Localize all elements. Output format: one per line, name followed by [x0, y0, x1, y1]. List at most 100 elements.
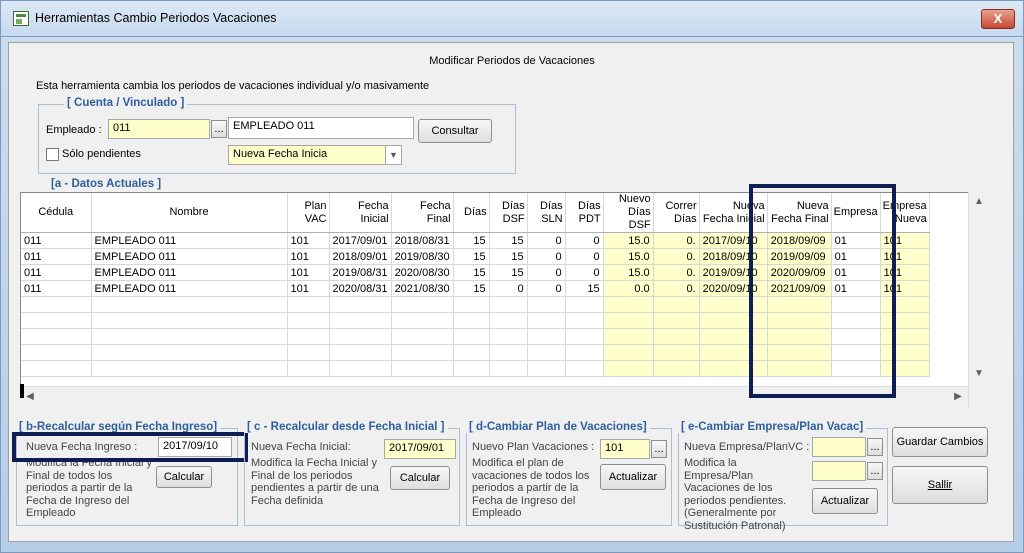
- column-header-nuevo-dias-dsf[interactable]: Nuevo Días DSF: [603, 193, 654, 233]
- table-cell-cedula[interactable]: [21, 328, 92, 345]
- actualizar-empresa-button[interactable]: Actualizar: [812, 488, 878, 514]
- actualizar-plan-button[interactable]: Actualizar: [600, 464, 666, 490]
- table-cell-nombre[interactable]: [91, 360, 288, 377]
- table-cell-dias-pdt[interactable]: [565, 312, 604, 329]
- solo-pendientes-checkbox[interactable]: [46, 148, 59, 161]
- table-cell-dias-sln[interactable]: [527, 328, 566, 345]
- scroll-left-icon[interactable]: ◀: [22, 391, 38, 402]
- table-cell-dias-dsf[interactable]: 0: [489, 280, 528, 297]
- table-cell-dias-dsf[interactable]: 15: [489, 232, 528, 249]
- scroll-up-icon[interactable]: ▲: [971, 196, 987, 207]
- close-button[interactable]: X: [981, 9, 1015, 29]
- table-cell-dias[interactable]: 15: [453, 280, 490, 297]
- table-cell-nombre[interactable]: EMPLEADO 011: [91, 280, 288, 297]
- table-cell-fecha-inicial[interactable]: 2017/09/01: [329, 232, 392, 249]
- column-header-correr-dias[interactable]: Correr Días: [653, 193, 700, 233]
- table-cell-dias-dsf[interactable]: [489, 344, 528, 361]
- table-cell-nombre[interactable]: [91, 296, 288, 313]
- table-cell-cedula[interactable]: [21, 344, 92, 361]
- table-cell-nuevo-dias-dsf[interactable]: 15.0: [603, 232, 654, 249]
- table-cell-dias-pdt[interactable]: 15: [565, 280, 604, 297]
- table-cell-fecha-final[interactable]: 2020/08/30: [391, 264, 454, 281]
- table-cell-dias[interactable]: [453, 328, 490, 345]
- column-header-nombre[interactable]: Nombre: [91, 193, 288, 233]
- table-cell-cedula[interactable]: 011: [21, 232, 92, 249]
- nueva-empresa-input[interactable]: [812, 437, 866, 457]
- calcular-ingreso-button[interactable]: Calcular: [156, 466, 212, 488]
- table-cell-nombre[interactable]: EMPLEADO 011: [91, 248, 288, 265]
- table-cell-cedula[interactable]: 011: [21, 280, 92, 297]
- table-cell-dias-dsf[interactable]: 15: [489, 248, 528, 265]
- filter-select[interactable]: Nueva Fecha Inicia: [228, 145, 386, 165]
- table-cell-fecha-inicial[interactable]: 2019/08/31: [329, 264, 392, 281]
- table-cell-dias-pdt[interactable]: [565, 296, 604, 313]
- table-cell-dias-dsf[interactable]: [489, 360, 528, 377]
- table-cell-plan[interactable]: 101: [287, 280, 330, 297]
- table-cell-dias-pdt[interactable]: [565, 344, 604, 361]
- table-cell-nuevo-dias-dsf[interactable]: [603, 312, 654, 329]
- nuevo-plan-input[interactable]: 101: [600, 439, 650, 459]
- empleado-lookup-button[interactable]: ...: [211, 120, 227, 138]
- table-cell-dias-sln[interactable]: [527, 360, 566, 377]
- column-header-dias[interactable]: Días: [453, 193, 490, 233]
- table-cell-correr-dias[interactable]: [653, 360, 700, 377]
- table-cell-fecha-final[interactable]: [391, 360, 454, 377]
- chevron-down-icon[interactable]: ▼: [386, 145, 402, 165]
- scroll-right-icon[interactable]: ▶: [950, 391, 966, 402]
- table-cell-fecha-final[interactable]: [391, 312, 454, 329]
- table-cell-cedula[interactable]: [21, 296, 92, 313]
- table-cell-dias[interactable]: [453, 360, 490, 377]
- table-cell-dias-sln[interactable]: 0: [527, 248, 566, 265]
- table-cell-dias-sln[interactable]: 0: [527, 232, 566, 249]
- plan-lookup-button[interactable]: ...: [651, 440, 667, 458]
- table-cell-nuevo-dias-dsf[interactable]: [603, 328, 654, 345]
- column-header-dias-dsf[interactable]: Días DSF: [489, 193, 528, 233]
- table-cell-dias[interactable]: [453, 312, 490, 329]
- table-cell-dias-sln[interactable]: 0: [527, 280, 566, 297]
- table-cell-fecha-final[interactable]: 2021/08/30: [391, 280, 454, 297]
- empresa-lookup-button[interactable]: ...: [867, 438, 883, 456]
- column-header-plan[interactable]: Plan VAC: [287, 193, 330, 233]
- table-cell-dias[interactable]: 15: [453, 232, 490, 249]
- table-cell-fecha-final[interactable]: [391, 344, 454, 361]
- table-cell-correr-dias[interactable]: [653, 312, 700, 329]
- table-cell-correr-dias[interactable]: [653, 296, 700, 313]
- table-cell-nombre[interactable]: [91, 344, 288, 361]
- table-cell-correr-dias[interactable]: 0.: [653, 280, 700, 297]
- table-cell-correr-dias[interactable]: [653, 328, 700, 345]
- table-cell-fecha-inicial[interactable]: [329, 328, 392, 345]
- table-cell-dias[interactable]: 15: [453, 248, 490, 265]
- table-cell-dias-dsf[interactable]: 15: [489, 264, 528, 281]
- table-cell-fecha-final[interactable]: 2018/08/31: [391, 232, 454, 249]
- table-cell-nombre[interactable]: [91, 328, 288, 345]
- table-cell-dias-pdt[interactable]: 0: [565, 248, 604, 265]
- table-cell-dias-dsf[interactable]: [489, 312, 528, 329]
- plan-vc-lookup-button[interactable]: ...: [867, 462, 883, 480]
- table-cell-plan[interactable]: 101: [287, 264, 330, 281]
- calcular-inicial-button[interactable]: Calcular: [390, 466, 450, 490]
- table-cell-fecha-inicial[interactable]: [329, 296, 392, 313]
- table-cell-plan[interactable]: [287, 296, 330, 313]
- table-cell-dias-sln[interactable]: [527, 312, 566, 329]
- table-cell-dias-sln[interactable]: 0: [527, 264, 566, 281]
- table-cell-correr-dias[interactable]: [653, 344, 700, 361]
- table-cell-dias-sln[interactable]: [527, 344, 566, 361]
- table-cell-fecha-inicial[interactable]: [329, 344, 392, 361]
- table-cell-fecha-final[interactable]: [391, 328, 454, 345]
- table-cell-dias-pdt[interactable]: 0: [565, 264, 604, 281]
- column-header-fecha-final[interactable]: Fecha Final: [391, 193, 454, 233]
- column-header-cedula[interactable]: Cédula: [21, 193, 92, 233]
- table-cell-cedula[interactable]: [21, 360, 92, 377]
- guardar-cambios-button[interactable]: Guardar Cambios: [892, 427, 988, 457]
- table-cell-dias-pdt[interactable]: [565, 328, 604, 345]
- table-cell-nuevo-dias-dsf[interactable]: [603, 360, 654, 377]
- column-header-dias-pdt[interactable]: Días PDT: [565, 193, 604, 233]
- empleado-code-input[interactable]: 011: [108, 119, 210, 139]
- salir-button[interactable]: Sallir: [892, 466, 988, 504]
- table-cell-plan[interactable]: [287, 344, 330, 361]
- table-cell-dias-pdt[interactable]: [565, 360, 604, 377]
- table-cell-correr-dias[interactable]: 0.: [653, 232, 700, 249]
- table-cell-cedula[interactable]: 011: [21, 264, 92, 281]
- table-cell-plan[interactable]: 101: [287, 248, 330, 265]
- table-cell-nuevo-dias-dsf[interactable]: 15.0: [603, 248, 654, 265]
